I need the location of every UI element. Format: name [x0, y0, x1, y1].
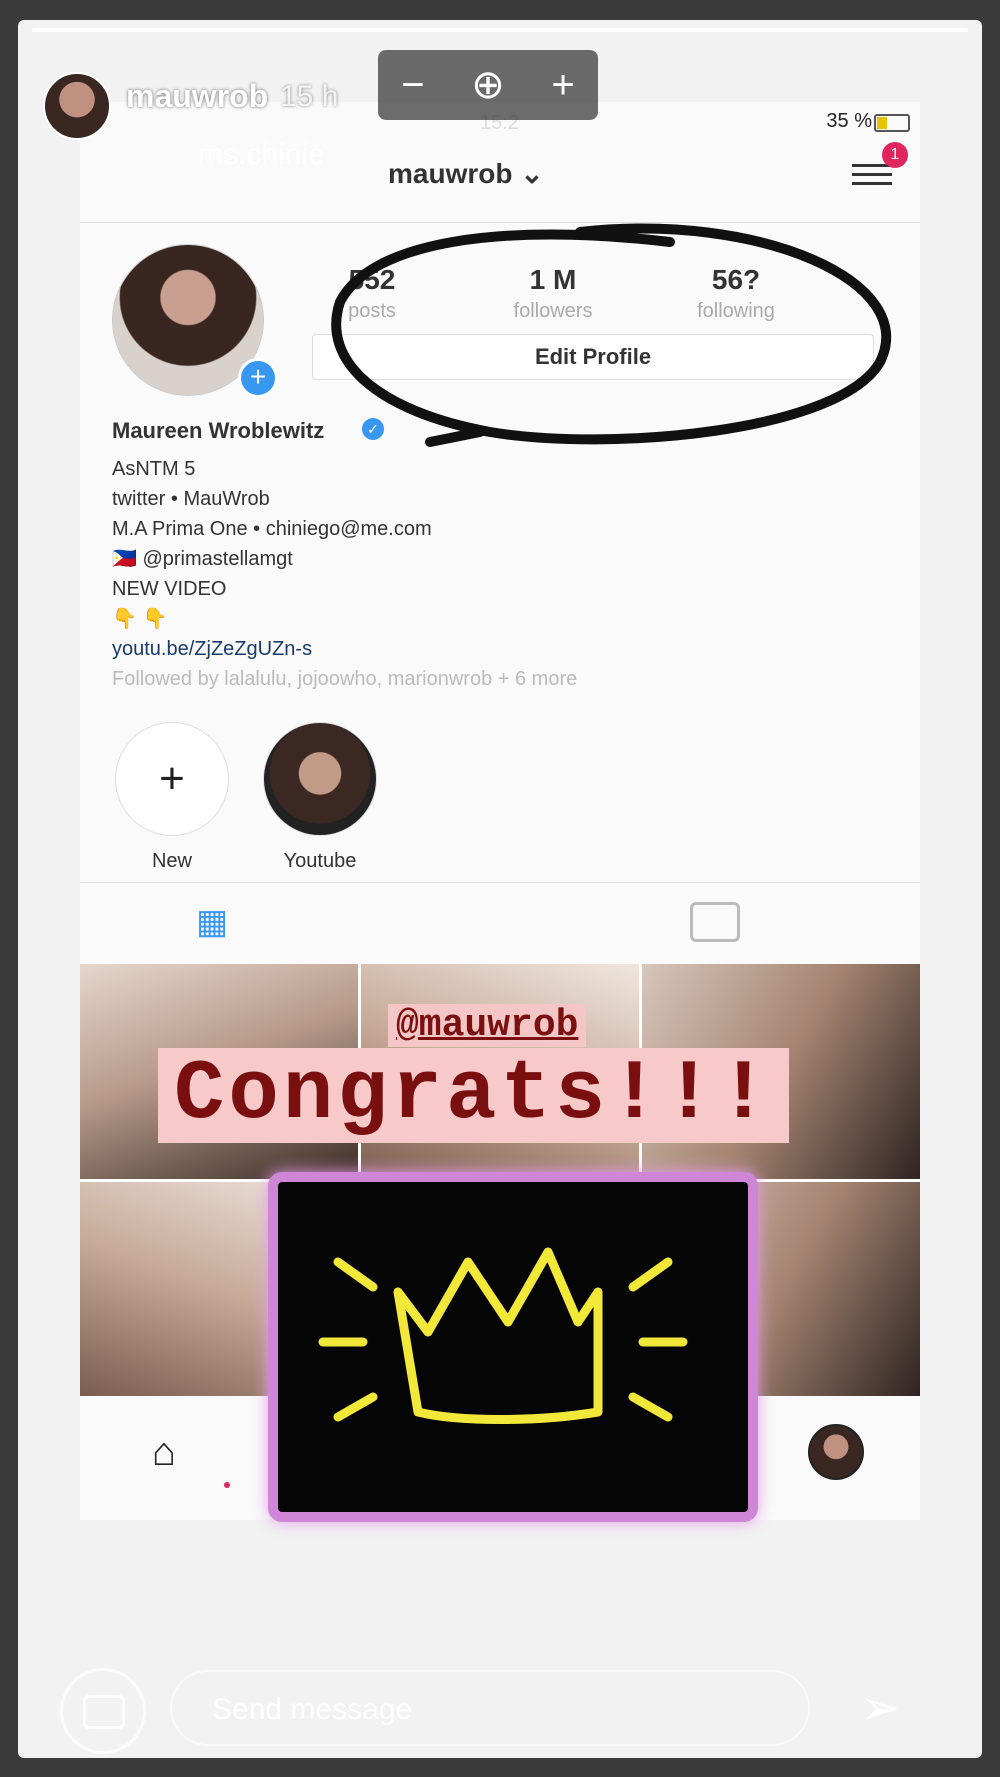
bio-link: youtu.be/ZjZeZgUZn-s: [112, 638, 313, 660]
story-progress-bar: [32, 28, 968, 32]
bio: AsNTM 5 twitter • MauWrob M.A Prima One …: [112, 454, 577, 694]
highlight-new: + New: [112, 722, 232, 873]
tagged-icon: [690, 902, 740, 942]
send-message-input[interactable]: Send message: [170, 1670, 810, 1746]
home-icon: ⌂: [151, 1429, 177, 1474]
story-view[interactable]: 15:2 35 % mauwrob ⌄ 1 + 552 posts 1 M fo…: [18, 20, 982, 1758]
bio-line: AsNTM 5: [112, 458, 196, 480]
zoom-out-icon: −: [401, 62, 425, 107]
grid-icon: ▦: [196, 903, 229, 941]
chevron-down-icon: ⌄: [520, 158, 544, 189]
activity-dot: [224, 1482, 230, 1488]
zoom-controls: − ⊕ +: [378, 50, 598, 120]
bio-line: NEW VIDEO: [112, 578, 227, 600]
crown-icon: [318, 1247, 688, 1424]
battery-percent: 35 %: [826, 110, 872, 132]
highlight-thumbnail: [263, 722, 377, 836]
congrats-text: Congrats!!!: [158, 1048, 789, 1143]
camera-button[interactable]: [60, 1668, 146, 1754]
tabs-divider: [80, 882, 920, 883]
highlight-label: New: [151, 850, 192, 872]
followed-by-text: Followed by lalalulu, jojoowho, marionwr…: [112, 668, 578, 690]
profile-tab-avatar: [808, 1424, 864, 1480]
full-name: Maureen Wroblewitz: [112, 418, 325, 443]
circle-scribble: [331, 223, 892, 447]
story-username[interactable]: mauwrob: [126, 78, 268, 115]
zoom-in-icon: +: [551, 62, 575, 107]
profile-username-text: mauwrob: [388, 158, 513, 189]
profile-username: mauwrob ⌄: [388, 157, 544, 190]
crown-sticker: [268, 1172, 758, 1522]
bio-line: twitter • MauWrob: [112, 488, 270, 510]
send-icon[interactable]: ➢: [860, 1680, 920, 1740]
story-time: 15 h: [280, 80, 339, 113]
bio-line: M.A Prima One • chiniego@me.com: [112, 518, 432, 540]
highlight-youtube: Youtube: [260, 722, 380, 873]
notification-badge: 1: [882, 142, 908, 168]
bio-line: 👇 👇: [112, 608, 168, 630]
plus-icon: +: [115, 722, 229, 836]
battery-icon: [874, 114, 910, 132]
story-avatar[interactable]: [43, 72, 111, 140]
bio-line: 🇵🇭 @primastellamgt: [112, 548, 293, 570]
story-frame: 15:2 35 % mauwrob ⌄ 1 + 552 posts 1 M fo…: [0, 0, 1000, 1777]
verified-badge-icon: ✓: [362, 418, 384, 440]
reposted-from[interactable]: ms.chinie: [198, 138, 325, 172]
zoom-icon: ⊕: [471, 63, 505, 107]
add-story-icon: +: [238, 358, 278, 398]
mention-sticker[interactable]: @mauwrob: [388, 1004, 587, 1047]
highlight-label: Youtube: [283, 850, 357, 872]
